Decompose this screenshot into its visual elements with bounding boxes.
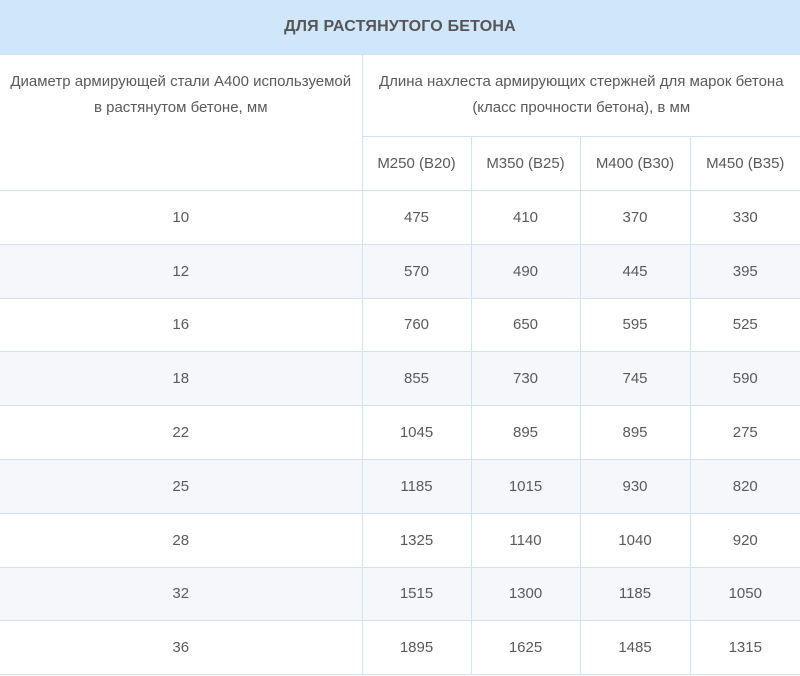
value-cell: 895 (470, 405, 581, 460)
value-cell: 1185 (579, 566, 691, 622)
value-cell: 1040 (579, 512, 691, 568)
value-cell: 1625 (470, 620, 581, 676)
value-cell: 475 (361, 190, 472, 245)
value-cell: 275 (689, 405, 800, 460)
value-cell: 920 (689, 512, 800, 568)
table-row: 22 1045 895 895 275 (0, 405, 800, 460)
diameter-cell: 28 (0, 512, 363, 568)
value-cell: 1485 (579, 620, 691, 676)
table-row: 10 475 410 370 330 (0, 190, 800, 245)
value-cell: 1050 (689, 566, 800, 622)
value-cell: 930 (579, 458, 691, 514)
table-row: 16 760 650 595 525 (0, 297, 800, 353)
value-cell: 525 (689, 297, 800, 353)
diameter-cell: 12 (0, 243, 363, 299)
value-cell: 490 (470, 243, 581, 299)
diameter-cell: 10 (0, 190, 363, 245)
diameter-column-header: Диаметр армирующей стали А400 используем… (0, 54, 363, 191)
grade-header-m250: М250 (В20) (362, 136, 472, 191)
grade-header-m400: М400 (В30) (579, 136, 691, 191)
value-cell: 595 (579, 297, 691, 353)
diameter-cell: 32 (0, 566, 363, 622)
diameter-cell: 16 (0, 297, 363, 353)
value-cell: 330 (689, 190, 800, 245)
value-cell: 1325 (361, 512, 472, 568)
value-cell: 445 (579, 243, 691, 299)
value-cell: 1045 (361, 405, 472, 460)
value-cell: 370 (579, 190, 691, 245)
value-cell: 410 (470, 190, 581, 245)
lap-length-table: Диаметр армирующей стали А400 используем… (0, 54, 800, 676)
value-cell: 1895 (361, 620, 472, 676)
value-cell: 1185 (361, 458, 472, 514)
table-row: 18 855 730 745 590 (0, 351, 800, 407)
value-cell: 730 (470, 351, 581, 407)
value-cell: 1015 (470, 458, 581, 514)
value-cell: 745 (579, 351, 691, 407)
grade-header-m450: М450 (В35) (689, 136, 800, 191)
value-cell: 855 (361, 351, 472, 407)
diameter-cell: 22 (0, 405, 363, 460)
lap-length-group-header: Длина нахлеста армирующих стержней для м… (361, 54, 800, 137)
table-row: 25 1185 1015 930 820 (0, 458, 800, 514)
value-cell: 820 (689, 458, 800, 514)
value-cell: 1140 (470, 512, 581, 568)
value-cell: 895 (579, 405, 691, 460)
value-cell: 590 (689, 351, 800, 407)
value-cell: 1515 (361, 566, 472, 622)
table-title: ДЛЯ РАСТЯНУТОГО БЕТОНА (0, 0, 800, 54)
table-row: 36 1895 1625 1485 1315 (0, 620, 800, 676)
grade-header-m350: М350 (В25) (470, 136, 581, 191)
table-row: 32 1515 1300 1185 1050 (0, 566, 800, 622)
value-cell: 760 (361, 297, 472, 353)
diameter-cell: 25 (0, 458, 363, 514)
value-cell: 650 (470, 297, 581, 353)
table-row: 12 570 490 445 395 (0, 243, 800, 299)
diameter-cell: 18 (0, 351, 363, 407)
value-cell: 1315 (689, 620, 800, 676)
value-cell: 1300 (470, 566, 581, 622)
value-cell: 570 (361, 243, 472, 299)
table-row: 28 1325 1140 1040 920 (0, 512, 800, 568)
value-cell: 395 (689, 243, 800, 299)
diameter-cell: 36 (0, 620, 363, 676)
